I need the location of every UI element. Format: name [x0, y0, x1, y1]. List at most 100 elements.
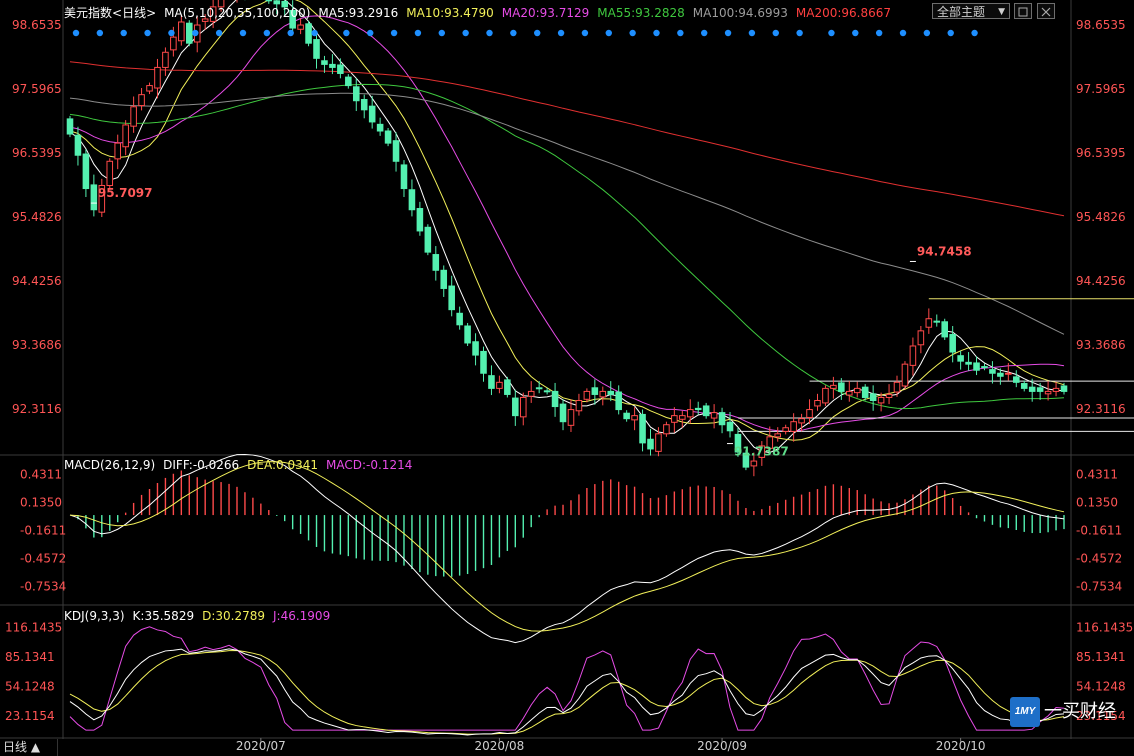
candle: [400, 160, 408, 198]
candle: [702, 402, 710, 419]
logo-text: 一买财经: [1044, 701, 1116, 722]
candle: [496, 375, 503, 394]
signal-dot: [311, 29, 318, 37]
candle: [631, 407, 638, 431]
candle-body: [885, 393, 893, 398]
signal-dot: [239, 29, 247, 37]
candle-body: [543, 390, 551, 393]
candle: [82, 149, 90, 198]
ma5-value: MA5:93.2916: [318, 6, 399, 20]
candle-body: [178, 21, 185, 42]
candle: [885, 384, 893, 405]
candle: [830, 376, 837, 399]
candle-body: [893, 381, 901, 393]
candle-body: [830, 384, 837, 389]
candle-body: [877, 396, 885, 404]
candle-body: [671, 415, 678, 423]
candle-body: [957, 355, 964, 362]
candle-body: [496, 381, 503, 389]
signal-dot: [828, 29, 835, 37]
price-axis-label-right: 92.3116: [1076, 402, 1126, 416]
candle-body: [448, 285, 455, 311]
signal-dot: [287, 29, 294, 37]
signal-dot: [462, 29, 469, 37]
candle-body: [504, 379, 511, 395]
signal-dot: [796, 29, 803, 37]
candle-body: [663, 424, 670, 435]
price-axis-label-left: 95.4826: [12, 210, 62, 224]
signal-dot: [534, 29, 541, 37]
candle-body: [615, 391, 622, 411]
candle-body: [909, 345, 917, 366]
candle-body: [321, 60, 328, 65]
candle: [408, 179, 416, 217]
candle: [718, 407, 726, 434]
candle-body: [822, 387, 829, 404]
candle-body: [392, 140, 400, 162]
signal-dot: [510, 29, 517, 37]
macd-axis-label-left: -0.7534: [20, 579, 66, 593]
ma200-line: [69, 61, 1065, 217]
candle: [901, 361, 909, 389]
candle: [822, 385, 829, 406]
signal-dot: [852, 29, 859, 37]
candle: [106, 158, 114, 189]
candle-body: [949, 333, 956, 353]
signal-dot: [414, 29, 422, 37]
price-axis-label-right: 97.5965: [1076, 82, 1126, 96]
candle-body: [305, 23, 312, 44]
kdj-j-line: [69, 626, 1065, 731]
signal-dot: [486, 29, 493, 37]
candle: [185, 20, 193, 47]
candle: [1044, 381, 1052, 401]
candle-body: [440, 269, 448, 289]
candle: [861, 384, 869, 401]
candle: [66, 115, 74, 138]
candle-body: [352, 86, 360, 102]
price-axis-label-left: 92.3116: [12, 402, 62, 416]
kdj-k-line: [69, 648, 1065, 736]
candle: [686, 399, 694, 424]
kdj-label: KDJ(9,3,3): [64, 609, 125, 623]
candle-body: [798, 418, 805, 424]
candle: [869, 385, 877, 411]
candle-body: [424, 226, 432, 253]
period-label[interactable]: <日线>: [112, 6, 156, 20]
macd-dea: DEA:0.0341: [247, 458, 319, 472]
macd-axis-label-left: 0.1350: [20, 495, 62, 509]
theme-dropdown[interactable]: 全部主题 ▼: [932, 3, 1010, 19]
window-toggle-button[interactable]: [1014, 3, 1032, 19]
high-annotation: 94.7458: [917, 244, 972, 258]
candle-body: [846, 390, 853, 396]
ma200-value: MA200:96.8667: [795, 6, 892, 20]
candle-body: [1005, 372, 1012, 375]
signal-dot: [438, 29, 445, 37]
candle-body: [981, 366, 988, 369]
candle-body: [527, 390, 535, 397]
candle-body: [408, 189, 416, 211]
candle-body: [384, 130, 392, 144]
signal-dot: [72, 29, 80, 37]
macd-axis-label-right: 0.1350: [1076, 495, 1118, 509]
candle-body: [686, 409, 694, 418]
candle: [512, 389, 519, 426]
price-chart[interactable]: 98.6535 98.6535 97.5965 97.5965 96.5395 96.53…: [0, 0, 1134, 756]
candle-body: [1060, 385, 1068, 392]
candle: [583, 388, 591, 403]
candle: [313, 31, 320, 69]
candle: [448, 275, 455, 317]
candle: [551, 382, 559, 417]
candle-body: [702, 405, 710, 417]
period-tab[interactable]: 日线 ▲: [0, 739, 58, 756]
candle-body: [416, 208, 424, 232]
candle-body: [329, 63, 336, 68]
candle: [981, 363, 988, 371]
candle: [360, 94, 368, 119]
window-close-button[interactable]: [1037, 3, 1055, 19]
candle-body: [345, 76, 352, 87]
ma100-line: [69, 92, 1065, 335]
candle-body: [337, 64, 344, 74]
candle-body: [360, 99, 368, 111]
candle-body: [599, 390, 607, 398]
price-axis-label-left: 97.5965: [12, 82, 62, 96]
